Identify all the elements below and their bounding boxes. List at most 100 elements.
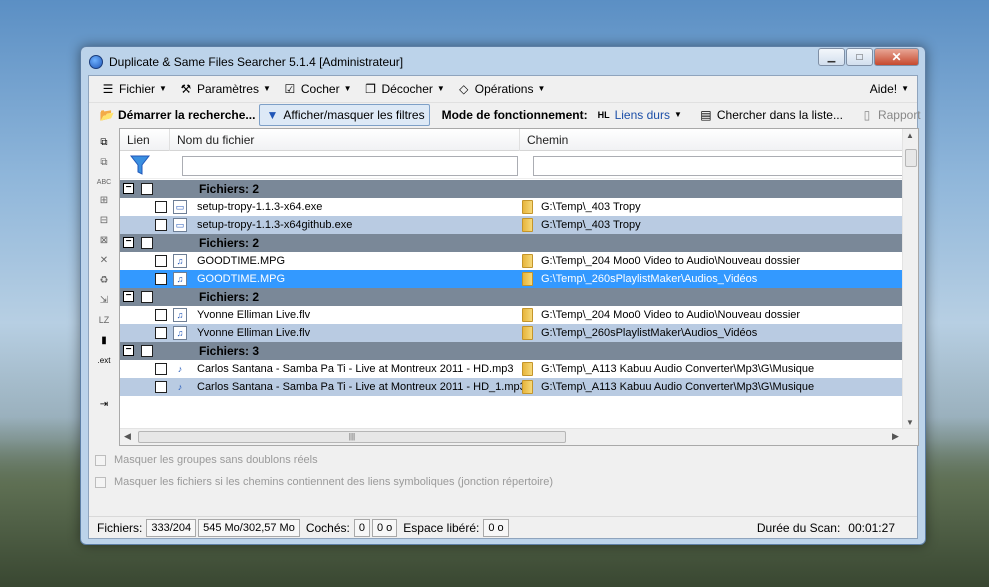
column-chemin[interactable]: Chemin: [520, 129, 904, 151]
tree-select-icon[interactable]: ⊟: [96, 212, 112, 228]
chevron-down-icon: ▼: [262, 84, 271, 93]
start-search-button[interactable]: 📂 Démarrer la recherche...: [95, 104, 259, 126]
vertical-scroll-thumb[interactable]: [905, 149, 917, 167]
row-checkbox[interactable]: [155, 381, 167, 393]
search-list-button[interactable]: ▤ Chercher dans la liste...: [694, 104, 847, 126]
hide-symlinks-option[interactable]: Masquer les fichiers si les chemins cont…: [95, 476, 553, 488]
row-checkbox[interactable]: [155, 219, 167, 231]
start-search-label: Démarrer la recherche...: [118, 107, 256, 122]
filename-filter-input[interactable]: [182, 156, 518, 176]
hide-groups-option[interactable]: Masquer les groupes sans doublons réels: [95, 454, 318, 466]
menu-aide[interactable]: Aide! ▼: [864, 78, 917, 100]
hide-groups-checkbox[interactable]: [95, 454, 106, 466]
mode-dropdown[interactable]: HL Liens durs ▼: [592, 104, 686, 126]
abc-icon[interactable]: ABC: [96, 174, 112, 190]
folder-search-icon: 📂: [99, 107, 115, 122]
scroll-right-icon[interactable]: ▶: [892, 431, 899, 442]
row-checkbox[interactable]: [155, 201, 167, 213]
tree-check-icon[interactable]: ⊞: [96, 192, 112, 208]
chevron-down-icon: ▼: [673, 110, 682, 119]
collapse-icon[interactable]: −: [123, 291, 134, 302]
copy-disabled-icon[interactable]: ⧉: [96, 154, 112, 170]
table-row-selected[interactable]: ♫ GOODTIME.MPG G:\Temp\_260sPlaylistMake…: [120, 270, 904, 288]
menu-operations[interactable]: ◇ Opérations ▼: [451, 78, 552, 100]
table-row[interactable]: ♫ Yvonne Elliman Live.flv G:\Temp\_204 M…: [120, 306, 904, 324]
report-icon: ▯: [863, 107, 871, 122]
executable-file-icon: ▭: [173, 200, 187, 214]
file-name: Yvonne Elliman Live.flv: [197, 309, 311, 321]
group-row[interactable]: − Fichiers: 3: [120, 342, 904, 360]
row-checkbox[interactable]: [155, 327, 167, 339]
menu-decocher[interactable]: ❐ Décocher ▼: [358, 78, 451, 100]
freed-value: 0 o: [483, 518, 509, 537]
toggle-filters-button[interactable]: ▼ Afficher/masquer les filtres: [259, 103, 430, 126]
row-checkbox[interactable]: [155, 273, 167, 285]
duration-value: 00:01:27: [848, 520, 895, 535]
collapse-icon[interactable]: −: [123, 237, 134, 248]
maximize-button[interactable]: □: [846, 48, 873, 66]
collapse-icon[interactable]: −: [123, 183, 134, 194]
menu-cocher[interactable]: ☑ Cocher ▼: [277, 78, 358, 100]
row-checkbox[interactable]: [155, 363, 167, 375]
file-path: G:\Temp\_204 Moo0 Video to Audio\Nouveau…: [541, 255, 801, 267]
hide-symlinks-checkbox[interactable]: [95, 476, 106, 488]
table-row[interactable]: ♪ Carlos Santana - Samba Pa Ti - Live at…: [120, 378, 904, 396]
vertical-scrollbar[interactable]: ▲ ▼: [902, 129, 918, 429]
chevron-down-icon: ▼: [436, 84, 445, 93]
report-button[interactable]: ▯ Rapport: [855, 104, 925, 126]
row-checkbox[interactable]: [155, 309, 167, 321]
path-filter-input[interactable]: [533, 156, 904, 176]
extension-icon[interactable]: .ext: [96, 352, 112, 368]
zip-icon[interactable]: ▮: [96, 332, 112, 348]
table-row[interactable]: ♫ GOODTIME.MPG G:\Temp\_204 Moo0 Video t…: [120, 252, 904, 270]
table-row[interactable]: ♪ Carlos Santana - Samba Pa Ti - Live at…: [120, 360, 904, 378]
collapse-icon[interactable]: −: [123, 345, 134, 356]
group-checkbox[interactable]: [141, 183, 153, 195]
table-row[interactable]: ♫ Yvonne Elliman Live.flv G:\Temp\_260sP…: [120, 324, 904, 342]
group-checkbox[interactable]: [141, 291, 153, 303]
group-checkbox[interactable]: [141, 345, 153, 357]
column-lien[interactable]: Lien: [120, 129, 170, 151]
group-row[interactable]: − Fichiers: 2: [120, 288, 904, 306]
expand-panel-icon[interactable]: ⇥: [96, 396, 112, 412]
group-row[interactable]: − Fichiers: 2: [120, 180, 904, 198]
files-label: Fichiers:: [97, 520, 143, 535]
column-header-row: Lien Nom du fichier Chemin: [120, 129, 904, 151]
minimize-button[interactable]: ▁: [818, 48, 845, 66]
toggle-filters-label: Afficher/masquer les filtres: [283, 107, 425, 122]
scroll-up-icon[interactable]: ▲: [906, 131, 914, 140]
filter-row: [120, 151, 904, 179]
horizontal-scroll-thumb[interactable]: |||: [138, 431, 566, 443]
mode-value: Liens durs: [614, 107, 670, 122]
move-icon[interactable]: ⇲: [96, 292, 112, 308]
duration-label: Durée du Scan:: [756, 520, 841, 535]
group-title: Fichiers: 3: [199, 344, 259, 358]
scroll-left-icon[interactable]: ◀: [124, 431, 131, 442]
column-nom-du-fichier[interactable]: Nom du fichier: [170, 129, 520, 151]
copy-icon[interactable]: ⧉: [96, 134, 112, 150]
client-area: ☰ Fichier ▼ ⚒ Paramètres ▼ ☑ Cocher ▼ ❐ Déc…: [88, 75, 921, 539]
group-checkbox[interactable]: [141, 237, 153, 249]
group-label: Fichiers:: [199, 182, 250, 196]
menu-parametres[interactable]: ⚒ Paramètres ▼: [173, 78, 277, 100]
menu-fichier[interactable]: ☰ Fichier ▼: [95, 78, 173, 100]
lz-icon[interactable]: LZ: [96, 312, 112, 328]
tree-x-icon[interactable]: ⊠: [96, 232, 112, 248]
row-checkbox[interactable]: [155, 255, 167, 267]
recycle-icon[interactable]: ♻: [96, 272, 112, 288]
close-button[interactable]: ✕: [874, 48, 919, 66]
group-label: Fichiers:: [199, 236, 250, 250]
video-file-icon: ♫: [173, 272, 187, 286]
group-title: Fichiers: 2: [199, 290, 259, 304]
horizontal-scrollbar[interactable]: ◀ ||| ▶: [120, 428, 918, 445]
table-row[interactable]: ▭ setup-tropy-1.1.3-x64.exe G:\Temp\_403…: [120, 198, 904, 216]
checked-size: 0 o: [372, 518, 398, 537]
title-bar[interactable]: Duplicate & Same Files Searcher 5.1.4 [A…: [81, 47, 925, 75]
app-window: Duplicate & Same Files Searcher 5.1.4 [A…: [80, 46, 926, 545]
group-row[interactable]: − Fichiers: 2: [120, 234, 904, 252]
delete-icon[interactable]: ✕: [96, 252, 112, 268]
table-row[interactable]: ▭ setup-tropy-1.1.3-x64github.exe G:\Tem…: [120, 216, 904, 234]
hide-groups-label: Masquer les groupes sans doublons réels: [114, 454, 318, 466]
file-path: G:\Temp\_403 Tropy: [541, 201, 641, 213]
scroll-down-icon[interactable]: ▼: [906, 418, 914, 427]
